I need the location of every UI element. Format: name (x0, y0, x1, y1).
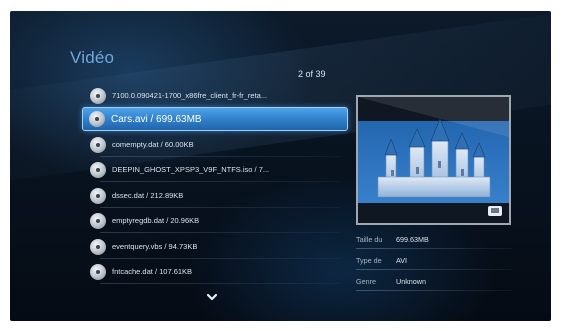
list-item[interactable]: fntcache.dat / 107.61KB (76, 262, 340, 284)
video-disc-icon (90, 136, 106, 153)
detail-row-size: Taille du 699.63MB (356, 229, 512, 249)
detail-divider (356, 290, 512, 291)
chevron-down-icon[interactable] (206, 291, 218, 303)
list-item[interactable]: eventquery.vbs / 94.73KB (76, 237, 340, 259)
list-item-label: 7100.0.090421-1700_x86fre_client_fr-fr_r… (112, 91, 268, 100)
list-divider (100, 156, 340, 157)
list-item-label: eventquery.vbs / 94.73KB (112, 242, 198, 251)
video-disc-icon (90, 238, 106, 255)
page-title: Vidéo (70, 48, 115, 67)
detail-value: Unknown (396, 276, 426, 286)
list-divider (100, 283, 340, 284)
list-item-label: fntcache.dat / 107.61KB (112, 267, 193, 276)
video-disc-icon (90, 212, 106, 229)
list-item-label: Cars.avi / 699.63MB (111, 113, 202, 125)
video-disc-icon (90, 87, 106, 104)
list-divider (100, 258, 340, 259)
detail-label: Type de (356, 255, 382, 265)
media-player-screen: Vidéo 2 of 39 7100.0.090421-1700_x86fre_… (10, 11, 551, 321)
play-overlay-icon (488, 206, 502, 216)
video-disc-icon (89, 111, 105, 127)
list-item[interactable]: comempty.dat / 60.00KB (76, 135, 340, 157)
detail-divider (356, 269, 512, 270)
detail-label: Taille du (356, 234, 383, 244)
list-divider (100, 232, 340, 233)
list-item[interactable]: emptyregdb.dat / 20.96KB (76, 211, 340, 233)
detail-value: AVI (396, 255, 408, 265)
detail-value: 699.63MB (396, 234, 429, 244)
video-disc-icon (90, 187, 106, 204)
list-item-label: emptyregdb.dat / 20.96KB (112, 216, 200, 225)
list-item[interactable]: 7100.0.090421-1700_x86fre_client_fr-fr_r… (76, 86, 340, 108)
video-disc-icon (90, 161, 106, 178)
item-counter: 2 of 39 (298, 69, 326, 79)
list-item[interactable]: dssec.dat / 212.89KB (76, 186, 340, 208)
castle-thumbnail-art (358, 97, 509, 223)
video-disc-icon (90, 263, 106, 280)
list-item-label: comempty.dat / 60.00KB (112, 140, 194, 149)
list-divider (100, 207, 340, 208)
list-item[interactable]: DEEPIN_GHOST_XPSP3_V9F_NTFS.iso / 7... (76, 160, 340, 182)
list-item-label: DEEPIN_GHOST_XPSP3_V9F_NTFS.iso / 7... (112, 165, 270, 174)
detail-label: Genre (356, 276, 376, 286)
list-item-selected[interactable]: Cars.avi / 699.63MB (82, 107, 348, 131)
video-thumbnail (356, 95, 511, 225)
list-divider (100, 181, 340, 182)
list-item-label: dssec.dat / 212.89KB (112, 191, 184, 200)
detail-divider (356, 248, 512, 249)
detail-row-type: Type de AVI (356, 250, 512, 270)
detail-row-genre: Genre Unknown (356, 271, 512, 291)
